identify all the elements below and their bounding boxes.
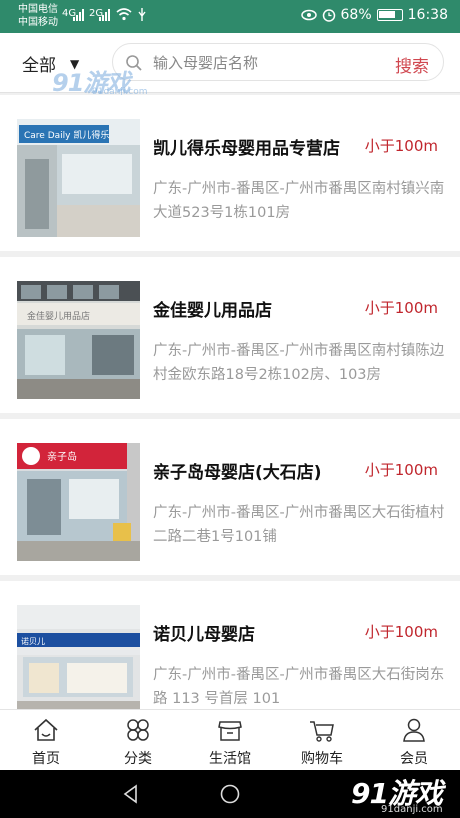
carrier-info: 中国电信 中国移动	[18, 3, 58, 29]
tab-home[interactable]: 首页	[0, 710, 92, 771]
bottom-tab-bar: 首页 分类 生活馆 购物车 会员	[0, 709, 460, 770]
store-photo: 诺贝儿	[17, 605, 140, 709]
tab-cart[interactable]: 购物车	[276, 710, 368, 771]
wifi-icon	[116, 8, 132, 21]
watermark-logo: 91游戏 91danji.com	[52, 63, 162, 99]
tab-label: 会员	[400, 751, 428, 767]
tab-label: 购物车	[301, 751, 343, 767]
store-distance: 小于100m	[364, 461, 438, 479]
store-name: 诺贝儿母婴店	[153, 625, 255, 645]
store-address: 广东-广州市-番禺区-广州市番禺区南村镇陈边村金欧东路18号2栋102房、103…	[153, 343, 445, 383]
store-card[interactable]: 诺贝儿 诺贝儿母婴店 小于100m 广东-广州市-番禺区-广州市番禺区大石街岗东…	[0, 581, 460, 709]
store-address: 广东-广州市-番禺区-广州市番禺区大石街岗东路 113 号首层 101	[153, 667, 445, 707]
tab-label: 首页	[32, 751, 60, 767]
store-distance: 小于100m	[364, 299, 438, 317]
system-nav-bar: 91游戏 91danji.com	[0, 770, 460, 818]
battery-icon	[376, 9, 403, 21]
store-card[interactable]: 亲子岛 亲子岛母婴店(大石店) 小于100m 广东-广州市-番禺区-广州市番禺区…	[0, 419, 460, 575]
store-card[interactable]: 金佳婴儿用品店 金佳婴儿用品店 小于100m 广东-广州市-番禺区-广州市番禺区…	[0, 257, 460, 413]
store-address: 广东-广州市-番禺区-广州市番禺区大石街植村二路二巷1号101铺	[153, 505, 445, 545]
store-card[interactable]: Care Daily 凯儿得乐 凯儿得乐母婴用品专营店 小于100m 广东-广州…	[0, 95, 460, 251]
store-sign-text: 亲子岛	[47, 450, 77, 463]
eye-icon	[300, 9, 317, 21]
store-sign-text: 金佳婴儿用品店	[27, 310, 90, 322]
signal-icon	[73, 9, 84, 21]
carrier-1: 中国电信	[18, 4, 58, 15]
shop-icon	[218, 721, 242, 741]
battery-percent: 68%	[340, 7, 372, 23]
usb-icon	[138, 8, 146, 21]
store-distance: 小于100m	[364, 137, 438, 155]
store-photo: 金佳婴儿用品店	[17, 281, 140, 399]
store-photo: Care Daily 凯儿得乐	[17, 119, 140, 237]
store-address: 广东-广州市-番禺区-广州市番禺区南村镇兴南大道523号1栋101房	[153, 181, 445, 221]
store-list: Care Daily 凯儿得乐 凯儿得乐母婴用品专营店 小于100m 广东-广州…	[0, 95, 460, 709]
alarm-icon	[322, 9, 335, 22]
signal-icon	[99, 9, 110, 21]
watermark-bottom: 91游戏 91danji.com	[351, 772, 443, 815]
status-bar: 中国电信 中国移动 4G 2G 68% 16:38	[0, 0, 460, 33]
tab-category[interactable]: 分类	[92, 710, 184, 771]
home-circle-icon[interactable]	[219, 783, 241, 805]
store-sign-text: 诺贝儿	[21, 636, 45, 646]
store-name: 凯儿得乐母婴用品专营店	[153, 139, 340, 159]
store-name: 亲子岛母婴店(大石店)	[153, 463, 322, 483]
back-icon[interactable]	[120, 783, 142, 805]
store-sign-text: Care Daily 凯儿得乐	[24, 129, 109, 141]
tab-life-store[interactable]: 生活馆	[184, 710, 276, 771]
clock: 16:38	[407, 7, 448, 23]
home-icon	[34, 718, 58, 741]
cart-icon	[310, 721, 334, 742]
tab-label: 分类	[124, 751, 152, 767]
store-photo: 亲子岛	[17, 443, 140, 561]
store-distance: 小于100m	[364, 623, 438, 641]
status-right: 68% 16:38	[300, 7, 448, 23]
carrier-2: 中国移动	[18, 17, 58, 28]
search-input[interactable]	[153, 51, 373, 75]
member-icon	[403, 718, 425, 742]
store-name: 金佳婴儿用品店	[153, 301, 272, 321]
tab-label: 生活馆	[209, 751, 251, 767]
filter-label: 全部	[22, 56, 56, 76]
category-icon	[127, 719, 149, 741]
watermark-url: 91danji.com	[381, 804, 443, 815]
tab-member[interactable]: 会员	[368, 710, 460, 771]
search-button[interactable]: 搜索	[395, 52, 429, 77]
